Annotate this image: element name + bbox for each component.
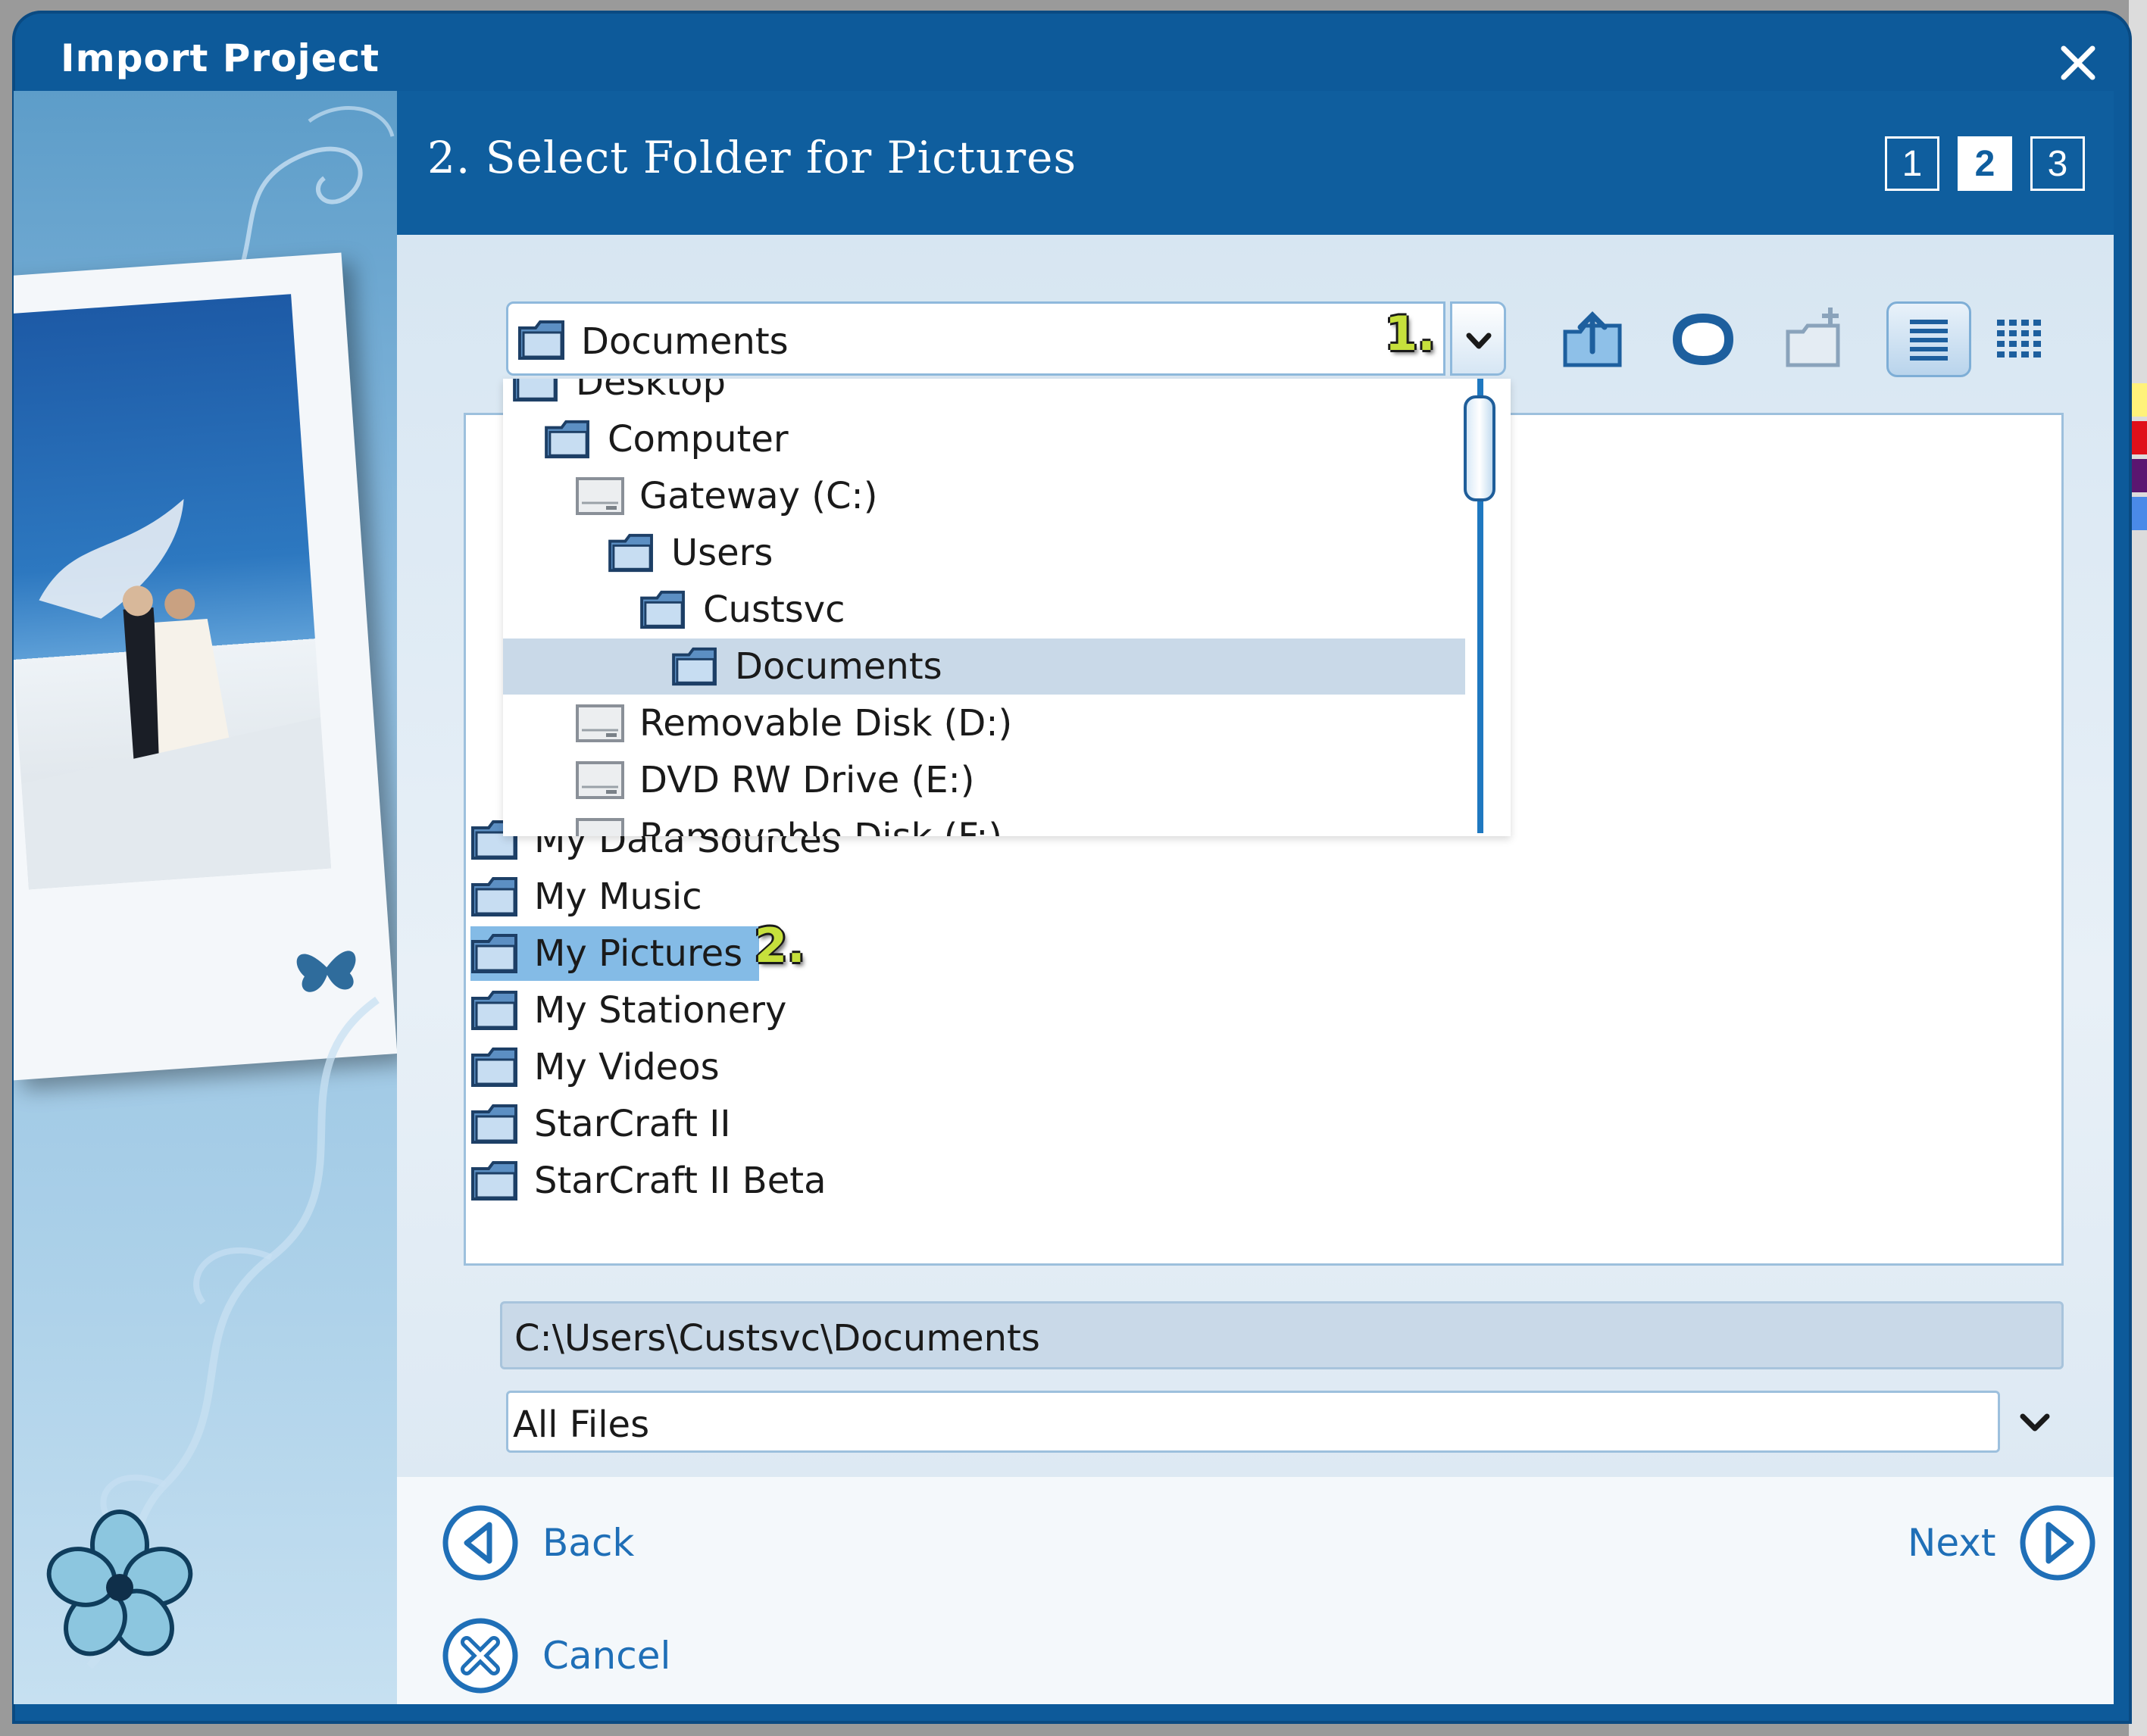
tree-item-label: Removable Disk (D:) bbox=[639, 702, 1013, 745]
selected-path-value: C:\Users\Custsvc\Documents bbox=[514, 1317, 1040, 1360]
tree-item[interactable]: Gateway (C:) bbox=[503, 468, 1465, 524]
drive-icon bbox=[576, 761, 624, 799]
back-label: Back bbox=[542, 1521, 635, 1565]
home-icon bbox=[1672, 313, 1734, 366]
details-view-icon bbox=[1997, 320, 2041, 358]
list-item-label: StarCraft II bbox=[534, 1103, 731, 1145]
list-view-button[interactable] bbox=[1886, 301, 1971, 377]
selected-path-field[interactable]: C:\Users\Custsvc\Documents bbox=[500, 1301, 2064, 1369]
list-view-icon bbox=[1910, 320, 1948, 361]
next-label: Next bbox=[1908, 1521, 1996, 1565]
folder-icon bbox=[672, 647, 717, 686]
location-value: Documents bbox=[581, 320, 789, 363]
drive-icon bbox=[576, 477, 624, 515]
color-chip-blue bbox=[2129, 497, 2147, 530]
list-item-label: My Videos bbox=[534, 1046, 720, 1088]
location-dropdown-button[interactable] bbox=[1450, 301, 1506, 376]
color-chip-purple bbox=[2129, 459, 2147, 492]
next-button[interactable]: Next bbox=[1908, 1503, 2097, 1582]
tree-item[interactable]: Desktop bbox=[503, 379, 1465, 411]
cancel-button[interactable]: Cancel bbox=[441, 1616, 670, 1695]
folder-icon bbox=[471, 1161, 517, 1201]
folder-icon bbox=[471, 1048, 517, 1087]
list-item[interactable]: StarCraft II Beta bbox=[470, 1154, 827, 1208]
up-folder-button[interactable] bbox=[1555, 301, 1630, 377]
step-indicator-1: 1 bbox=[1885, 136, 1939, 191]
tree-item-label: Custsvc bbox=[703, 589, 845, 631]
list-item[interactable]: My Videos bbox=[470, 1040, 720, 1094]
tree-item[interactable]: Users bbox=[503, 525, 1465, 581]
decorative-side-panel bbox=[14, 91, 397, 1704]
folder-icon bbox=[471, 991, 517, 1030]
photo-frame bbox=[14, 252, 397, 1081]
dialog-title: Import Project bbox=[61, 36, 380, 80]
tree-item-label: Desktop bbox=[576, 379, 726, 404]
flower-icon bbox=[46, 1510, 193, 1656]
list-item[interactable]: My Music bbox=[470, 870, 702, 924]
back-button[interactable]: Back bbox=[441, 1503, 634, 1582]
step-indicator-2: 2 bbox=[1958, 136, 2012, 191]
tree-item[interactable]: Documents bbox=[503, 639, 1465, 695]
tree-item-label: Removable Disk (F:) bbox=[639, 816, 1002, 836]
tree-item-label: DVD RW Drive (E:) bbox=[639, 759, 975, 801]
tree-item[interactable]: Removable Disk (D:) bbox=[503, 695, 1465, 751]
new-folder-button[interactable] bbox=[1777, 301, 1853, 377]
list-item[interactable]: StarCraft II bbox=[470, 1097, 731, 1151]
tree-item-label: Documents bbox=[735, 645, 942, 688]
background-app-edge bbox=[2129, 0, 2147, 1736]
new-folder-icon bbox=[1786, 308, 1840, 367]
list-item-label: My Music bbox=[534, 876, 702, 918]
list-item-label: My Stationery bbox=[534, 989, 787, 1032]
chevron-down-icon[interactable] bbox=[2015, 1403, 2055, 1442]
tree-item[interactable]: DVD RW Drive (E:) bbox=[503, 752, 1465, 808]
cancel-label: Cancel bbox=[542, 1634, 671, 1678]
tree-item[interactable]: Custsvc bbox=[503, 582, 1465, 638]
list-item-label: My Pictures bbox=[534, 932, 743, 975]
folder-icon bbox=[640, 590, 685, 629]
back-arrow-icon bbox=[442, 1505, 518, 1581]
step-header: 2. Select Folder for Pictures 1 2 3 bbox=[397, 91, 2114, 235]
home-button[interactable] bbox=[1665, 301, 1741, 377]
color-chip-red bbox=[2129, 421, 2147, 454]
details-view-button[interactable] bbox=[1983, 301, 2059, 377]
folder-icon bbox=[518, 320, 564, 360]
step-indicator-3: 3 bbox=[2030, 136, 2085, 191]
tree-item-label: Users bbox=[671, 532, 773, 574]
folder-icon bbox=[471, 1104, 517, 1144]
folder-icon bbox=[471, 877, 517, 916]
annotation-marker-2: 2. bbox=[755, 918, 805, 973]
wedding-couple-image bbox=[21, 498, 332, 890]
tree-item-label: Gateway (C:) bbox=[639, 475, 878, 517]
tree-item-label: Computer bbox=[608, 418, 789, 461]
close-icon[interactable] bbox=[2058, 42, 2099, 83]
step-title: 2. Select Folder for Pictures bbox=[427, 132, 1077, 183]
folder-icon bbox=[513, 379, 558, 402]
list-item-label: StarCraft II Beta bbox=[534, 1160, 827, 1202]
tree-item[interactable]: Computer bbox=[503, 411, 1465, 467]
drive-icon bbox=[576, 818, 624, 836]
wedding-photo bbox=[14, 294, 332, 890]
cancel-icon bbox=[442, 1618, 518, 1694]
next-arrow-icon bbox=[2020, 1505, 2095, 1581]
color-chip-yellow bbox=[2129, 383, 2147, 417]
up-folder-icon bbox=[1563, 311, 1622, 367]
drive-icon bbox=[576, 704, 624, 742]
list-item[interactable]: My Pictures bbox=[470, 926, 760, 981]
dropdown-scrollbar-thumb[interactable] bbox=[1464, 395, 1495, 501]
tree-item[interactable]: Removable Disk (F:) bbox=[503, 809, 1465, 836]
file-type-filter-value: All Files bbox=[513, 1403, 650, 1446]
file-type-filter[interactable]: All Files bbox=[506, 1391, 2000, 1453]
list-item[interactable]: My Stationery bbox=[470, 983, 786, 1038]
folder-icon bbox=[545, 420, 589, 459]
folder-icon bbox=[608, 533, 653, 573]
location-dropdown-popup[interactable]: Removable Disk (F:) DVD RW Drive (E:) Remo… bbox=[503, 379, 1511, 836]
chevron-down-icon bbox=[1466, 333, 1492, 349]
folder-icon bbox=[471, 934, 517, 973]
location-combobox[interactable]: Documents bbox=[506, 301, 1445, 376]
annotation-marker-1: 1. bbox=[1385, 306, 1436, 361]
